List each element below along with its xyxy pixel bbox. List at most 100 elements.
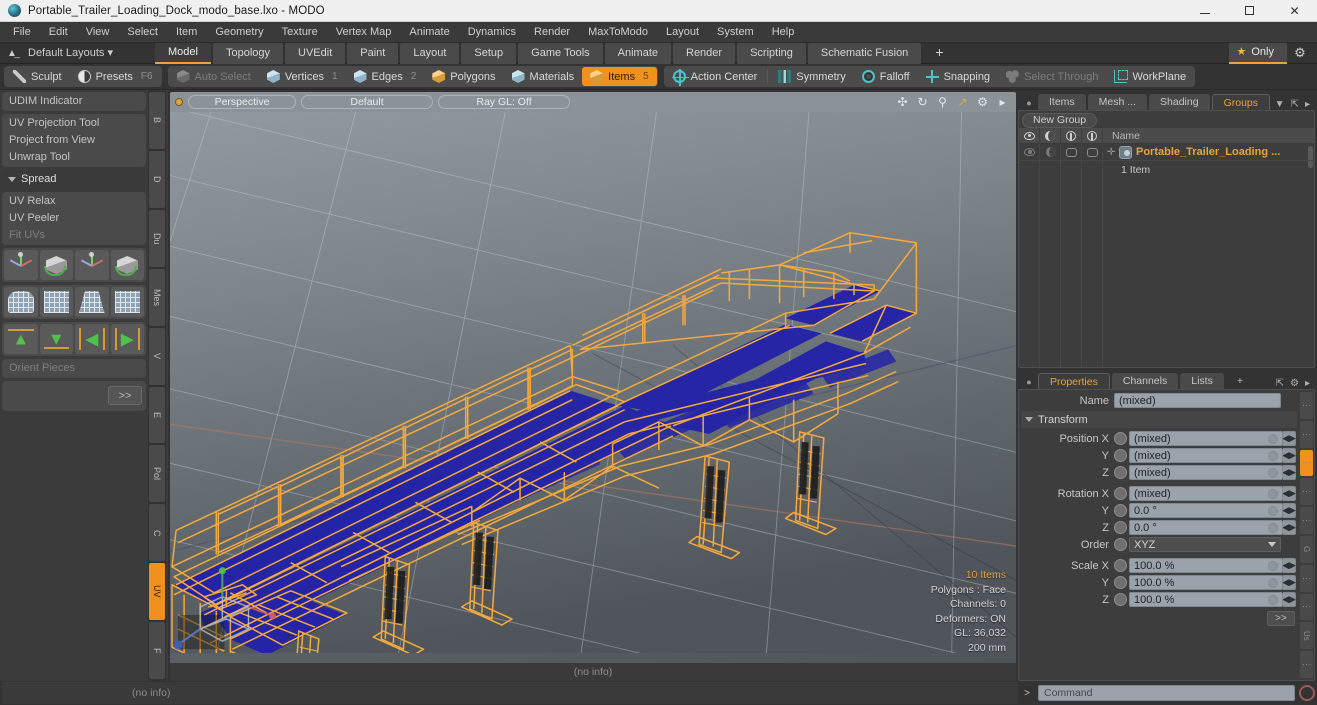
rail-seg-7[interactable]: ⋮ [1300,564,1313,592]
rotation-y-channel-dot[interactable] [1114,504,1127,517]
name-input[interactable]: (mixed) [1114,393,1281,408]
rail-seg-transform[interactable]: ⋮ [1300,449,1313,477]
vtab-uv[interactable]: UV [149,563,165,621]
viewport-projection-dropdown[interactable]: Perspective [188,95,296,109]
items-button[interactable]: Items 5 [582,67,657,86]
menu-edit[interactable]: Edit [40,22,77,43]
scale-z-input[interactable]: 100.0 % [1129,592,1283,607]
tab-topology[interactable]: Topology [212,42,284,64]
uv-peeler-button[interactable]: UV Peeler [3,210,145,227]
scale-y-stepper[interactable]: ◀▶ [1282,575,1296,590]
align-down-icon[interactable]: ▼ [39,324,73,354]
rail-seg-2[interactable]: ⋮ [1300,420,1313,448]
rotation-y-stepper[interactable]: ◀▶ [1282,503,1296,518]
tab-render[interactable]: Render [673,42,736,64]
tab-setup[interactable]: Setup [461,42,517,64]
unwrap-tool-button[interactable]: Unwrap Tool [3,149,145,166]
symmetry-button[interactable]: Symmetry [770,67,854,86]
menu-texture[interactable]: Texture [273,22,327,43]
menu-maxtomodo[interactable]: MaxToModo [579,22,657,43]
menu-view[interactable]: View [77,22,119,43]
position-z-channel-dot[interactable] [1114,466,1127,479]
lock-icon[interactable] [1082,127,1103,144]
tab-game-tools[interactable]: Game Tools [518,42,603,64]
vtab-mesh[interactable]: Mes [149,268,165,326]
edges-button[interactable]: Edges 2 [346,67,425,86]
tab-scripting[interactable]: Scripting [737,42,806,64]
rotation-x-input[interactable]: (mixed) [1129,486,1283,501]
vtab-fusion[interactable]: F [149,622,165,680]
close-button[interactable]: ✕ [1272,0,1317,22]
select-through-button[interactable]: Select Through [998,67,1106,86]
vtab-edge[interactable]: E [149,386,165,444]
sculpt-button[interactable]: Sculpt [5,67,70,86]
table-row[interactable]: ✛ Portable_Trailer_Loading ... [1019,144,1314,161]
position-x-input[interactable]: (mixed) [1129,431,1283,446]
uv-flip-icon[interactable] [110,250,144,280]
tab-channels[interactable]: Channels [1111,373,1179,389]
tab-paint[interactable]: Paint [347,42,399,64]
polygons-button[interactable]: Polygons [424,67,503,86]
viewport-active-dot[interactable] [175,98,183,106]
menu-help[interactable]: Help [763,22,804,43]
snapping-button[interactable]: Snapping [918,67,999,86]
scale-z-stepper[interactable]: ◀▶ [1282,592,1296,607]
properties-more-button[interactable]: >> [1267,610,1295,626]
udim-indicator-button[interactable]: UDIM Indicator [3,93,145,110]
rotation-x-channel-dot[interactable] [1114,487,1127,500]
add-properties-tab-button[interactable]: + [1226,373,1254,389]
expand-icon[interactable]: ⇱ [1276,378,1284,389]
project-from-view-button[interactable]: Project from View [3,132,145,149]
vtab-deform[interactable]: D [149,150,165,208]
tab-groups[interactable]: Groups [1211,94,1271,110]
expand-row-icon[interactable]: ✛ [1107,147,1115,158]
gear-icon[interactable]: ⚙ [1287,43,1313,64]
position-z-input[interactable]: (mixed) [1129,465,1283,480]
presets-button[interactable]: Presets F6 [70,67,161,86]
uv-relax-grid-icon[interactable] [110,287,144,317]
menu-render[interactable]: Render [525,22,579,43]
uv-fit-icon[interactable] [4,287,38,317]
rail-seg-8[interactable]: ⋮ [1300,593,1313,621]
uv-grid-icon[interactable] [39,287,73,317]
vtab-vertex[interactable]: V [149,327,165,385]
scale-y-channel-dot[interactable] [1114,576,1127,589]
group-list-body[interactable]: ✛ Portable_Trailer_Loading ... 1 Item [1019,144,1314,367]
tab-layout[interactable]: Layout [400,42,460,64]
position-x-channel-dot[interactable] [1114,432,1127,445]
gear-icon[interactable]: ⚙ [1290,378,1299,389]
tab-shading[interactable]: Shading [1149,94,1210,110]
default-layouts-dropdown[interactable]: Default Layouts ▾ [24,43,121,64]
record-icon[interactable] [1299,685,1315,701]
position-z-stepper[interactable]: ◀▶ [1282,465,1296,480]
position-y-stepper[interactable]: ◀▶ [1282,448,1296,463]
uv-move-icon[interactable] [75,250,109,280]
vtab-curve[interactable]: C [149,504,165,562]
chevron-down-icon[interactable]: ▼ [1275,99,1285,110]
rotate-icon[interactable]: ↻ [916,95,929,109]
row-name-cell[interactable]: ✛ Portable_Trailer_Loading ... [1103,145,1314,159]
materials-button[interactable]: Materials [504,67,583,86]
vtab-duplicate[interactable]: Du [149,209,165,267]
tab-animate[interactable]: Animate [604,42,671,64]
scale-x-input[interactable]: 100.0 % [1129,558,1283,573]
align-right-icon[interactable]: ▶ [110,324,144,354]
align-up-icon[interactable]: ▲ [4,324,38,354]
tab-model[interactable]: Model [155,42,211,64]
home-icon[interactable]: ▲̲ [0,43,24,64]
viewport-3d[interactable]: 10 Items Polygons : Face Channels: 0 Def… [170,112,1016,663]
position-x-stepper[interactable]: ◀▶ [1282,431,1296,446]
menu-system[interactable]: System [708,22,763,43]
rail-seg-us[interactable]: Us [1300,622,1313,650]
tab-items[interactable]: Items [1038,94,1086,110]
tab-mesh[interactable]: Mesh ... [1087,94,1148,110]
gear-icon[interactable]: ⚙ [976,95,989,109]
maximize-button[interactable] [1227,0,1272,22]
row-visible-toggle[interactable] [1019,144,1040,161]
order-dropdown[interactable]: XYZ [1129,537,1281,552]
auto-select-button[interactable]: Auto Select [169,67,259,86]
menu-layout[interactable]: Layout [657,22,708,43]
spread-section-header[interactable]: Spread [2,170,146,189]
command-input[interactable]: Command [1038,685,1295,701]
left-panel-more-button[interactable]: >> [108,386,142,405]
